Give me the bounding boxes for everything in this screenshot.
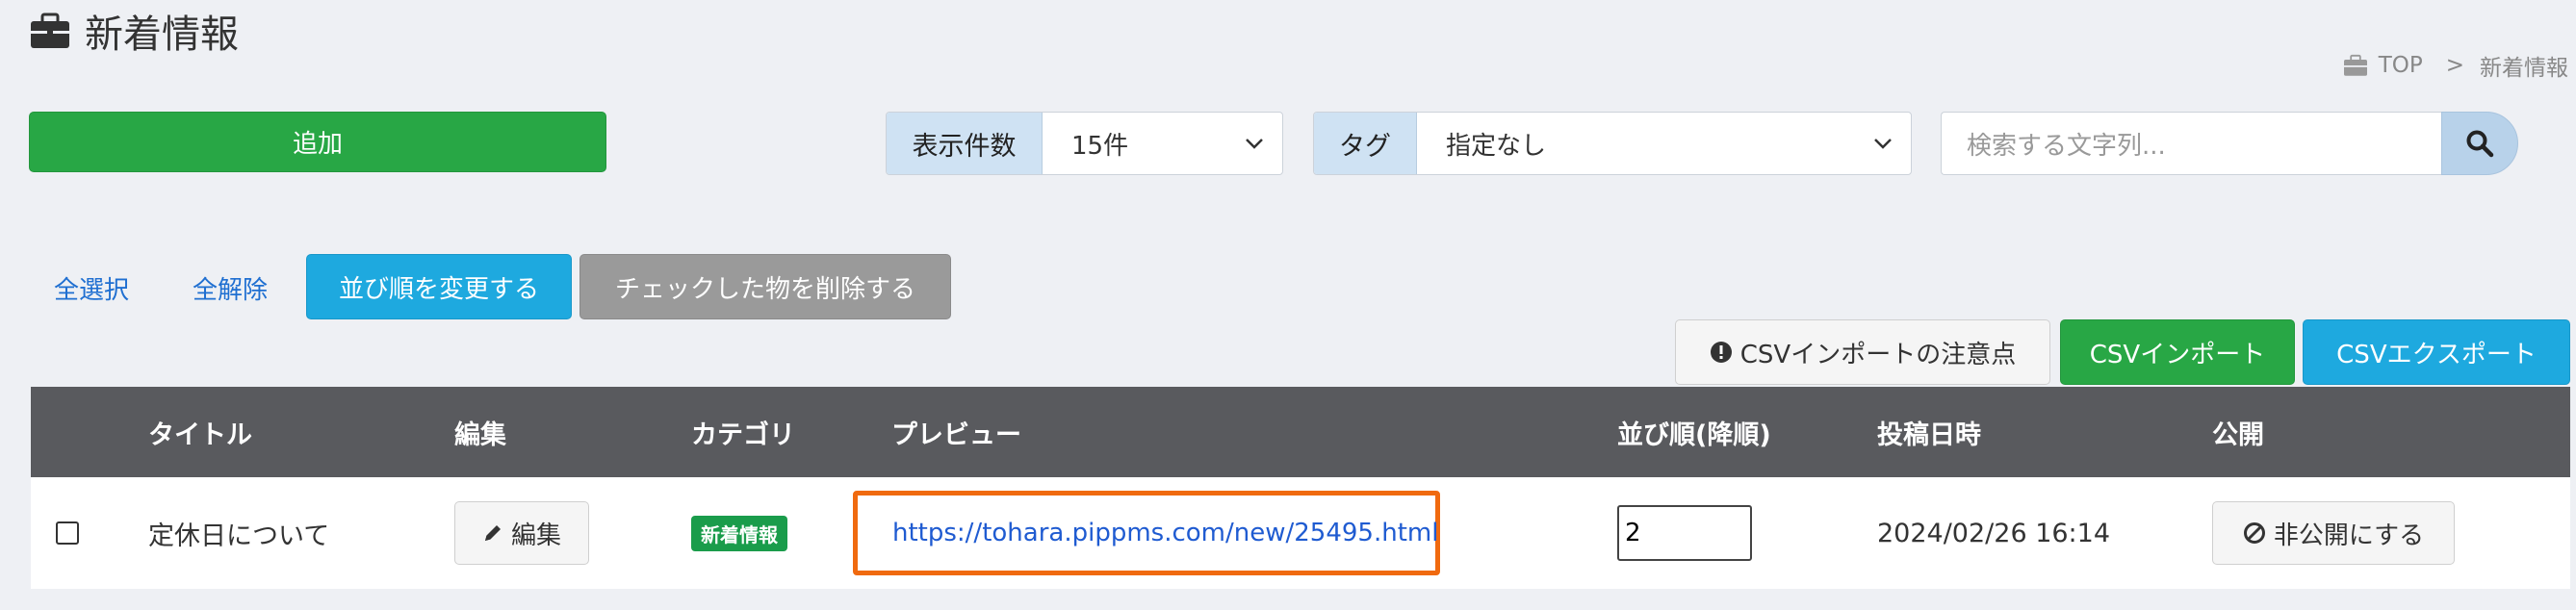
breadcrumb: TOP > 新着情報: [2342, 48, 2568, 83]
preview-link[interactable]: https://tohara.pippms.com/new/25495.html: [892, 519, 1438, 547]
ban-icon: [2243, 522, 2265, 544]
tag-select-group: タグ 指定なし: [1313, 112, 1912, 175]
row-checkbox-cell: [56, 477, 79, 589]
add-button[interactable]: 追加: [29, 112, 606, 172]
column-header-category: カテゴリ: [691, 419, 795, 450]
csv-import-button[interactable]: CSVインポート: [2060, 319, 2295, 385]
count-select[interactable]: 15件: [1043, 113, 1282, 174]
row-order-cell: 2: [1617, 477, 1752, 589]
delete-checked-button[interactable]: チェックした物を削除する: [580, 254, 951, 319]
search-bar: 検索する文字列...: [1941, 112, 2518, 175]
row-checkbox[interactable]: [56, 521, 79, 545]
row-preview-cell: https://tohara.pippms.com/new/25495.html: [853, 477, 1440, 589]
briefcase-icon: [2343, 54, 2367, 76]
column-header-edit: 編集: [454, 419, 506, 450]
breadcrumb-separator: >: [2445, 53, 2464, 78]
row-posted-at: 2024/02/26 16:14: [1877, 518, 2111, 548]
tag-select[interactable]: 指定なし: [1417, 113, 1911, 174]
csv-import-notes-label: CSVインポートの注意点: [1739, 340, 2017, 369]
csv-import-notes-button[interactable]: CSVインポートの注意点: [1675, 319, 2050, 385]
page-title: 新着情報: [29, 0, 239, 62]
tag-select-label: タグ: [1314, 113, 1417, 174]
count-select-label: 表示件数: [887, 113, 1043, 174]
unpublish-button[interactable]: 非公開にする: [2212, 501, 2455, 565]
search-icon: [2466, 130, 2494, 158]
count-select-group: 表示件数 15件: [886, 112, 1283, 175]
breadcrumb-top-link[interactable]: TOP: [2379, 53, 2423, 78]
table-row: 定休日について 編集 新着情報 https://tohara.pippms.co…: [31, 477, 2570, 589]
csv-export-button[interactable]: CSVエクスポート: [2303, 319, 2570, 385]
row-title: 定休日について: [148, 521, 330, 551]
exclamation-circle-icon: [1710, 342, 1732, 363]
preview-highlight: https://tohara.pippms.com/new/25495.html: [853, 491, 1440, 575]
row-edit-cell: 編集: [454, 477, 589, 589]
column-header-order: 並び順(降順): [1617, 419, 1771, 450]
count-select-value: 15件: [1071, 131, 1129, 161]
chevron-down-icon: [1246, 139, 1263, 149]
change-order-button[interactable]: 並び順を変更する: [306, 254, 572, 319]
select-all-link[interactable]: 全選択: [54, 256, 129, 319]
row-publish-cell: 非公開にする: [2212, 477, 2455, 589]
tag-select-value: 指定なし: [1446, 131, 1547, 161]
category-badge: 新着情報: [691, 515, 787, 551]
column-header-posted-at: 投稿日時: [1877, 419, 1981, 450]
search-button[interactable]: [2441, 112, 2518, 175]
edit-button[interactable]: 編集: [454, 501, 589, 565]
news-table: タイトル 編集 カテゴリ プレビュー 並び順(降順) 投稿日時 公開 定休日につ…: [31, 387, 2570, 589]
search-input[interactable]: 検索する文字列...: [1941, 112, 2441, 175]
briefcase-icon: [31, 13, 69, 48]
pencil-icon: [484, 525, 501, 541]
unpublish-button-label: 非公開にする: [2273, 521, 2425, 550]
table-header: タイトル 編集 カテゴリ プレビュー 並び順(降順) 投稿日時 公開: [31, 387, 2570, 477]
breadcrumb-current: 新着情報: [2480, 56, 2568, 81]
chevron-down-icon: [1874, 139, 1892, 149]
column-header-title: タイトル: [148, 419, 252, 450]
column-header-publish: 公開: [2212, 419, 2264, 450]
row-category-cell: 新着情報: [691, 477, 787, 589]
deselect-all-link[interactable]: 全解除: [193, 256, 268, 319]
column-header-preview: プレビュー: [891, 419, 1021, 450]
page-title-text: 新着情報: [85, 13, 239, 57]
order-input[interactable]: 2: [1617, 505, 1752, 561]
edit-button-label: 編集: [510, 521, 561, 550]
